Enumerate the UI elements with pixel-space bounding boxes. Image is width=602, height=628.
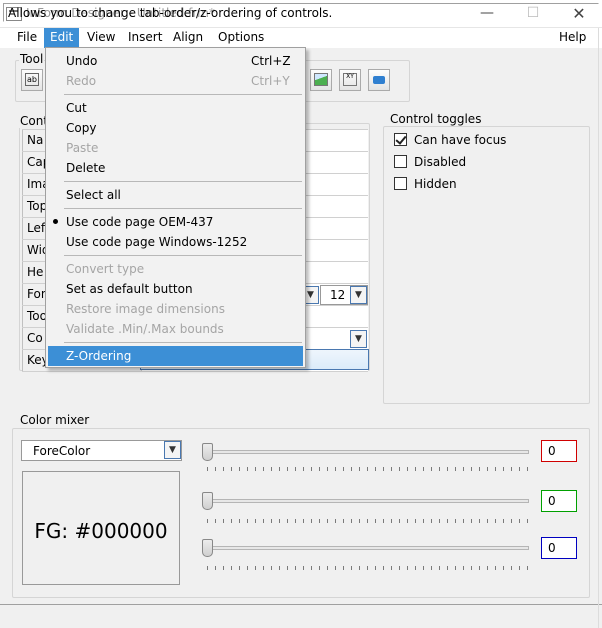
status-text: Allows you to change tab-order/z-orderin… bbox=[3, 3, 599, 22]
red-slider-track[interactable] bbox=[206, 450, 529, 454]
frame-tool-button[interactable]: XY bbox=[339, 69, 361, 91]
blue-value-field[interactable]: 0 bbox=[541, 537, 577, 559]
menu-item-label: Set as default button bbox=[66, 282, 193, 296]
menu-item-label: Z-Ordering bbox=[66, 349, 132, 363]
menu-item-paste: Paste bbox=[48, 138, 303, 158]
menu-item-delete[interactable]: Delete bbox=[48, 158, 303, 178]
menu-item-cut[interactable]: Cut bbox=[48, 98, 303, 118]
menu-item-label: Delete bbox=[66, 161, 106, 175]
radio-bullet-icon bbox=[53, 219, 58, 224]
toolbox-legend: Tool bbox=[19, 52, 45, 66]
frame-tool-icon: XY bbox=[343, 73, 357, 86]
menu-help[interactable]: Help bbox=[553, 28, 592, 48]
menu-edit[interactable]: Edit bbox=[44, 28, 80, 48]
window-border bbox=[598, 28, 599, 628]
menu-item-z-ordering[interactable]: Z-Ordering bbox=[48, 346, 303, 366]
toggle-switch-icon bbox=[373, 76, 385, 84]
picture-icon bbox=[314, 73, 328, 86]
disabled-label[interactable]: Disabled bbox=[414, 155, 466, 169]
label-tool-icon: ab bbox=[25, 73, 39, 86]
color-preview-text: FG: #000000 bbox=[34, 519, 168, 543]
menu-item-set-default-button[interactable]: Set as default button bbox=[48, 279, 303, 299]
menu-item-label: Convert type bbox=[66, 262, 145, 276]
menu-options[interactable]: Options bbox=[212, 28, 270, 48]
menu-separator bbox=[64, 342, 302, 343]
menu-item-undo[interactable]: Undo Ctrl+Z bbox=[48, 51, 303, 71]
menu-separator bbox=[64, 181, 302, 182]
green-value-field[interactable]: 0 bbox=[541, 490, 577, 512]
blue-slider-ticks bbox=[207, 566, 529, 570]
disabled-checkbox[interactable] bbox=[394, 155, 407, 168]
control-toggles-legend: Control toggles bbox=[389, 112, 483, 126]
green-slider-thumb[interactable] bbox=[202, 492, 213, 510]
color-target-dropdown-arrow[interactable]: ▼ bbox=[164, 441, 181, 459]
menu-item-restore-image-dimensions: Restore image dimensions bbox=[48, 299, 303, 319]
blue-slider-thumb[interactable] bbox=[202, 539, 213, 557]
menu-item-convert-type: Convert type bbox=[48, 259, 303, 279]
green-slider-track[interactable] bbox=[206, 499, 529, 503]
menu-separator bbox=[64, 255, 302, 256]
menu-item-label: Copy bbox=[66, 121, 97, 135]
menu-separator bbox=[64, 94, 302, 95]
menu-item-label: Select all bbox=[66, 188, 121, 202]
font-size-value: 12 bbox=[330, 288, 346, 302]
font-size-dropdown-arrow[interactable]: ▼ bbox=[350, 286, 367, 304]
menu-align[interactable]: Align bbox=[167, 28, 209, 48]
menu-item-label: Undo bbox=[66, 54, 98, 68]
menu-item-shortcut: Ctrl+Z bbox=[251, 54, 291, 68]
menu-item-label: Use code page OEM-437 bbox=[66, 215, 214, 229]
menu-item-codepage-1252[interactable]: Use code page Windows-1252 bbox=[48, 232, 303, 252]
label-tool-button[interactable]: ab bbox=[21, 69, 43, 91]
green-slider-ticks bbox=[207, 519, 529, 523]
menu-item-label: Paste bbox=[66, 141, 99, 155]
hidden-checkbox[interactable] bbox=[394, 177, 407, 190]
menu-file[interactable]: File bbox=[11, 28, 43, 48]
status-bar bbox=[0, 604, 602, 628]
can-have-focus-label[interactable]: Can have focus bbox=[414, 133, 506, 147]
edit-menu-dropdown: Undo Ctrl+Z Redo Ctrl+Y Cut Copy Paste Del… bbox=[45, 47, 306, 368]
can-have-focus-checkbox[interactable] bbox=[394, 133, 407, 146]
menu-item-label: Use code page Windows-1252 bbox=[66, 235, 248, 249]
menu-item-select-all[interactable]: Select all bbox=[48, 185, 303, 205]
menu-item-shortcut: Ctrl+Y bbox=[251, 74, 290, 88]
menu-insert[interactable]: Insert bbox=[122, 28, 168, 48]
picturebox-tool-button[interactable] bbox=[310, 69, 332, 91]
red-slider-ticks bbox=[207, 467, 529, 471]
menu-item-codepage-oem437[interactable]: Use code page OEM-437 bbox=[48, 212, 303, 232]
menu-item-copy[interactable]: Copy bbox=[48, 118, 303, 138]
menu-item-label: Cut bbox=[66, 101, 87, 115]
menu-separator bbox=[64, 208, 302, 209]
menu-item-label: Validate .Min/.Max bounds bbox=[66, 322, 224, 336]
toggle-switch-tool-button[interactable] bbox=[368, 69, 390, 91]
blue-slider-track[interactable] bbox=[206, 546, 529, 550]
color-target-value: ForeColor bbox=[33, 444, 91, 458]
menu-item-validate-bounds: Validate .Min/.Max bounds bbox=[48, 319, 303, 339]
red-slider-thumb[interactable] bbox=[202, 443, 213, 461]
menu-bar: File Edit View Insert Align Options Help bbox=[0, 28, 602, 48]
red-value-field[interactable]: 0 bbox=[541, 440, 577, 462]
menu-item-redo: Redo Ctrl+Y bbox=[48, 71, 303, 91]
color-dropdown-arrow[interactable]: ▼ bbox=[350, 330, 367, 348]
menu-item-label: Restore image dimensions bbox=[66, 302, 225, 316]
menu-view[interactable]: View bbox=[81, 28, 121, 48]
hidden-label[interactable]: Hidden bbox=[414, 177, 457, 191]
menu-item-label: Redo bbox=[66, 74, 97, 88]
color-mixer-legend: Color mixer bbox=[19, 413, 91, 427]
